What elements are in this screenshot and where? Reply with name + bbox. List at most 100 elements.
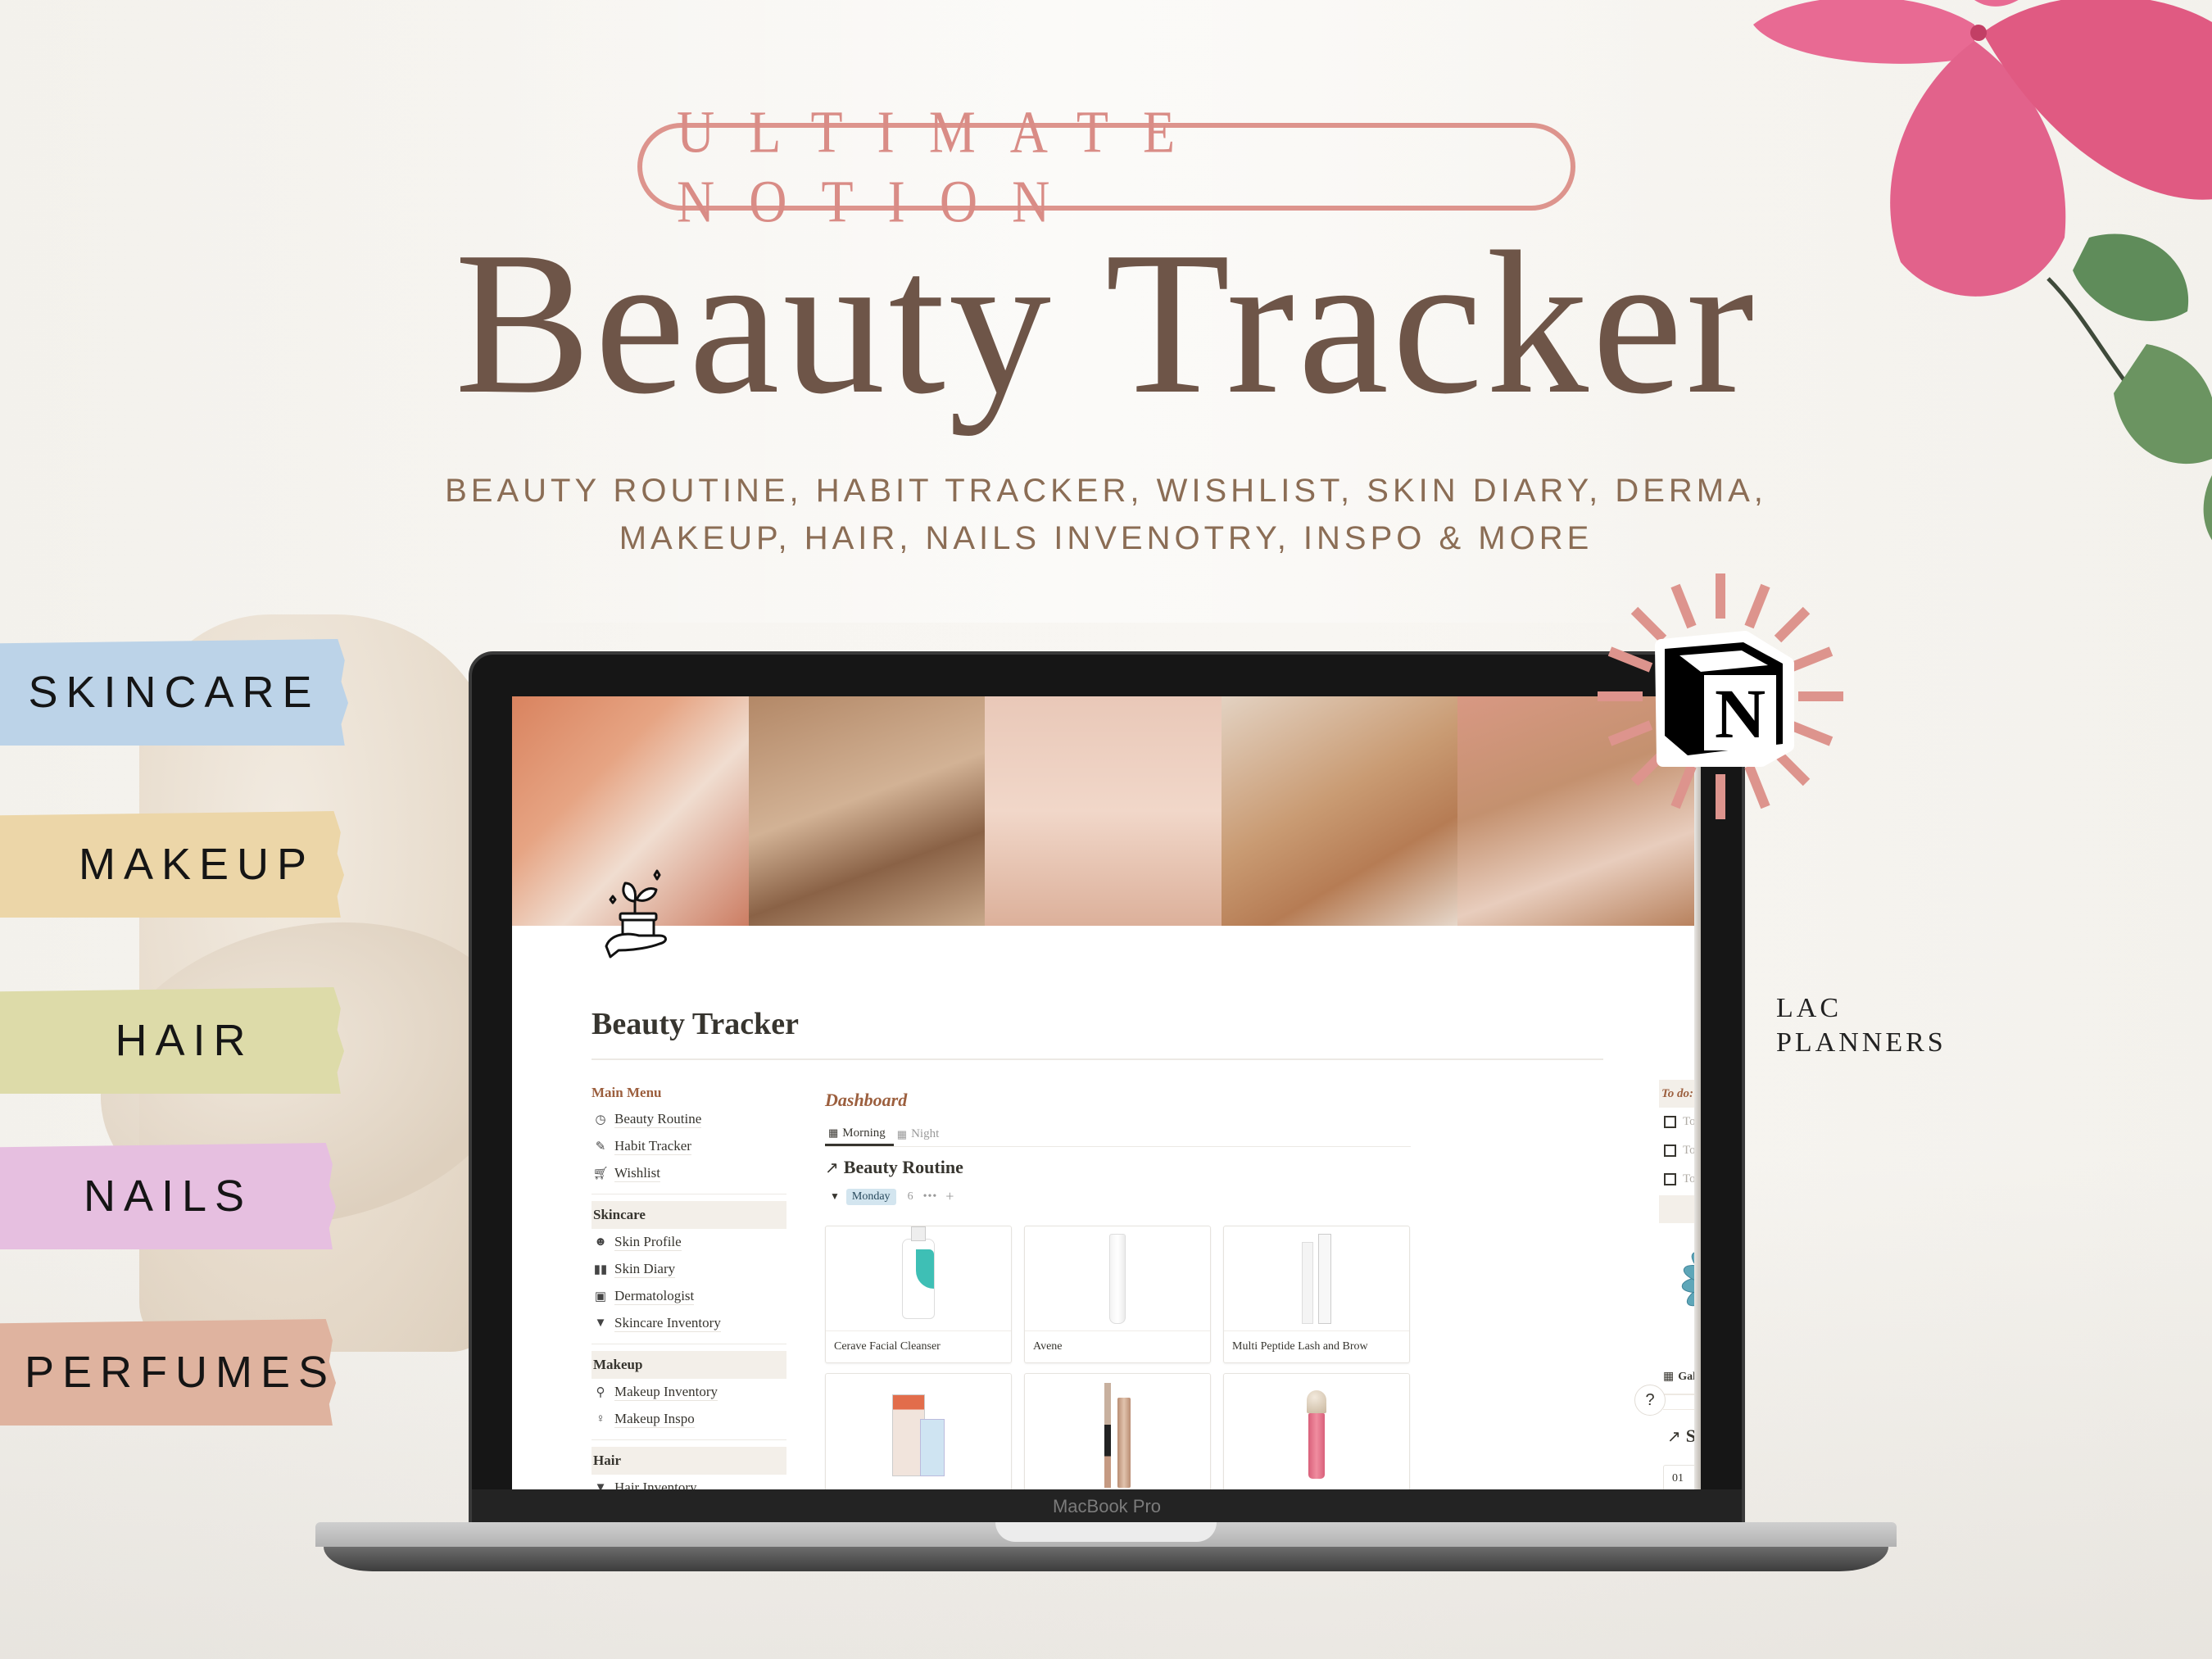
notion-logo-icon: N: [1598, 573, 1843, 819]
todo-item[interactable]: To-do: [1659, 1108, 1694, 1136]
gallery-card[interactable]: [1024, 1373, 1211, 1489]
divider: [1663, 1394, 1694, 1395]
category-tape-perfumes: PERFUMES: [0, 1319, 336, 1426]
toggle-triangle-icon[interactable]: ▼: [830, 1190, 840, 1203]
menu-item-label: Skin Profile: [614, 1234, 682, 1251]
section-header-skincare: Skincare: [592, 1201, 786, 1229]
menu-item-makeup-inspo[interactable]: ♀ Makeup Inspo: [592, 1406, 786, 1433]
cover-photo-roller: [748, 696, 986, 926]
todo-label[interactable]: To-do: [1683, 1144, 1694, 1158]
skincare-diary-link[interactable]: ↗ Skincare Diary: [1667, 1426, 1694, 1447]
menu-item-skin-diary[interactable]: ▮▮ Skin Diary: [592, 1256, 786, 1283]
gallery-card[interactable]: Multi Peptide Lash and Brow: [1223, 1226, 1410, 1363]
notion-screen: Beauty Tracker Main Menu ◷ Beauty Routin…: [512, 696, 1694, 1489]
checkbox[interactable]: [1664, 1116, 1676, 1128]
clock-icon: ◷: [595, 1113, 606, 1126]
tab-morning[interactable]: ▦ Morning: [825, 1122, 894, 1146]
gallery-card[interactable]: [1223, 1373, 1410, 1489]
cover-photo-brush: [1221, 696, 1458, 926]
category-tape-hair: HAIR: [0, 987, 344, 1094]
beauty-routine-link[interactable]: ↗ Beauty Routine: [825, 1157, 1411, 1178]
group-tag: Monday: [845, 1188, 896, 1205]
menu-item-label: Skincare Inventory: [614, 1315, 721, 1332]
menu-item-dermatologist[interactable]: ▣ Dermatologist: [592, 1283, 786, 1310]
section-header-makeup: Makeup: [592, 1351, 786, 1379]
group-count: 6: [907, 1190, 913, 1203]
menu-item-label: Makeup Inventory: [614, 1384, 718, 1401]
mirror-icon: ♀: [596, 1412, 605, 1426]
gallery-card[interactable]: [825, 1373, 1012, 1489]
gallery-grid-icon: ▦: [896, 1127, 908, 1140]
category-label: PERFUMES: [24, 1348, 337, 1397]
brand-line-2: PLANNERS: [1776, 1027, 1947, 1058]
cover-photo-vase: [985, 696, 1222, 926]
todo-label[interactable]: To-do: [1683, 1172, 1694, 1186]
main-menu-header: Main Menu: [592, 1085, 662, 1100]
category-tape-makeup: MAKEUP: [0, 811, 344, 918]
arrow-up-right-icon: ↗: [1667, 1427, 1681, 1446]
category-tape-nails: NAILS: [0, 1143, 336, 1249]
cart-icon: 🛒︎: [592, 1167, 609, 1181]
menu-item-wishlist[interactable]: 🛒︎ Wishlist: [592, 1160, 786, 1187]
product-image-blush: [1224, 1374, 1409, 1489]
smiley-icon: ☻: [594, 1235, 607, 1249]
menu-item-label: Wishlist: [614, 1165, 660, 1182]
menu-item-habit-tracker[interactable]: ✎ Habit Tracker: [592, 1133, 786, 1160]
laptop-model-label: MacBook Pro: [1052, 1496, 1162, 1516]
gallery-grid-icon: ▦: [828, 1126, 839, 1139]
product-image-tube: [1025, 1226, 1210, 1331]
skincare-diary-title: Skincare Diary: [1685, 1426, 1694, 1446]
dashboard-title: Dashboard: [825, 1090, 908, 1110]
callout-block: [1659, 1195, 1694, 1223]
subtitle-line-1: BEAUTY ROUTINE, HABIT TRACKER, WISHLIST,…: [445, 473, 1767, 509]
more-options-button[interactable]: •••: [923, 1190, 938, 1203]
tab-night[interactable]: ▦ Night: [894, 1122, 947, 1146]
menu-item-skincare-inventory[interactable]: ▼ Skincare Inventory: [592, 1310, 786, 1337]
category-tape-skincare: SKINCARE: [0, 639, 348, 746]
product-image-mascara: [1025, 1374, 1210, 1489]
help-button[interactable]: ?: [1634, 1385, 1666, 1416]
menu-item-beauty-routine[interactable]: ◷ Beauty Routine: [592, 1106, 786, 1133]
gallery-card[interactable]: Cerave Facial Cleanser: [825, 1226, 1012, 1363]
category-label: MAKEUP: [78, 840, 315, 889]
hand-holding-plant-jar-icon[interactable]: [602, 868, 692, 959]
gallery-view-selector[interactable]: ▦ Gallery ⌄: [1663, 1370, 1694, 1384]
diary-entry-card[interactable]: 01: [1663, 1465, 1694, 1489]
product-image-serum: [1224, 1226, 1409, 1331]
hero-subtitle: BEAUTY ROUTINE, HABIT TRACKER, WISHLIST,…: [0, 467, 2212, 562]
laptop-base-lower: [324, 1547, 1888, 1571]
eyebrow-pill: ULTIMATE NOTION: [637, 98, 1575, 234]
gallery-card[interactable]: Avene: [1024, 1226, 1211, 1363]
menu-item-skin-profile[interactable]: ☻ Skin Profile: [592, 1229, 786, 1256]
menu-item-label: Hair Inventory: [614, 1480, 697, 1489]
todo-label[interactable]: To-do: [1683, 1115, 1694, 1129]
menu-item-label: Skin Diary: [614, 1261, 676, 1278]
todo-panel: To do: To-do To-do To-do: [1659, 1080, 1694, 1223]
gallery-view-label: Gallery: [1678, 1370, 1694, 1383]
product-image-cleanser: [826, 1226, 1011, 1331]
beauty-routine-title: Beauty Routine: [843, 1157, 963, 1177]
subtitle-line-2: MAKEUP, HAIR, NAILS INVENOTRY, INSPO & M…: [619, 520, 1593, 556]
dashboard: Dashboard ▦ Morning ▦ Night ↗ Beauty Rou…: [825, 1090, 1411, 1205]
menu-item-hair-inventory[interactable]: ▼ Hair Inventory: [592, 1475, 786, 1489]
gallery-grid-icon: ▦: [1663, 1371, 1675, 1383]
todo-header: To do:: [1659, 1080, 1694, 1108]
add-item-button[interactable]: +: [945, 1188, 954, 1205]
book-icon: ▮▮: [593, 1263, 608, 1276]
todo-item[interactable]: To-do: [1659, 1165, 1694, 1194]
brand-line-1: LAC: [1776, 993, 1842, 1023]
laptop-hinge-notch: [995, 1522, 1217, 1542]
menu-item-label: Beauty Routine: [614, 1111, 702, 1128]
checkbox[interactable]: [1664, 1145, 1676, 1157]
edit-icon: ✎: [595, 1140, 606, 1154]
cup-icon: ▼: [594, 1317, 607, 1330]
calendar-icon: ▣: [594, 1290, 607, 1303]
checkbox[interactable]: [1664, 1173, 1676, 1185]
main-menu: Main Menu ◷ Beauty Routine ✎ Habit Track…: [592, 1080, 786, 1489]
menu-item-label: Makeup Inspo: [614, 1411, 695, 1428]
menu-item-makeup-inventory[interactable]: ⚲ Makeup Inventory: [592, 1379, 786, 1406]
tab-label: Night: [911, 1127, 940, 1140]
hero-title: Beauty Tracker: [454, 210, 1758, 437]
card-title: Multi Peptide Lash and Brow: [1232, 1340, 1368, 1353]
todo-item[interactable]: To-do: [1659, 1136, 1694, 1165]
